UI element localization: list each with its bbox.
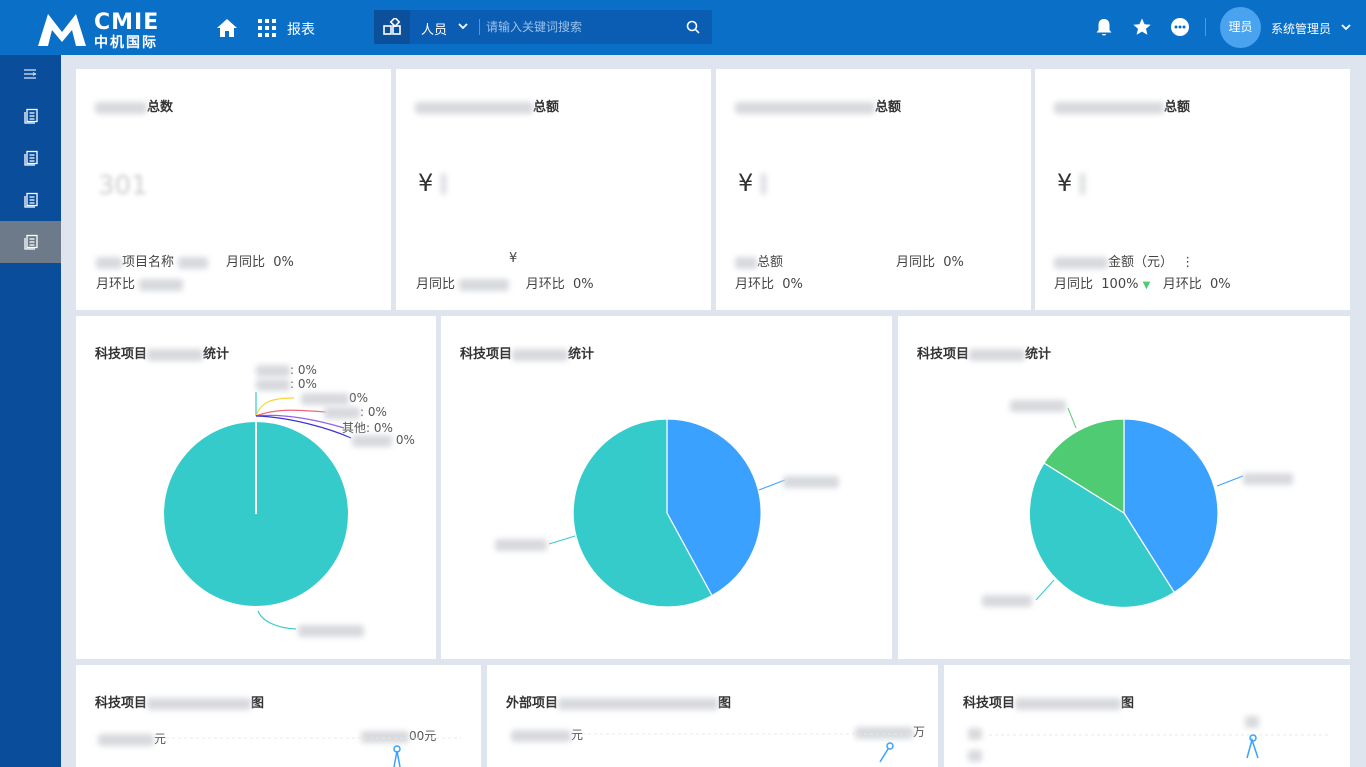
mom-label: 月同比 0% [226, 255, 294, 270]
line-chart-3 [989, 734, 1329, 759]
stat-row-1: 金额（元） ⋮ [1054, 251, 1194, 270]
line-card-3: 科技项目图 [944, 665, 1350, 767]
stat-row-1: ¥ [509, 251, 518, 266]
pie-label: 0% [352, 433, 415, 447]
pie-label [982, 593, 1032, 607]
home-icon[interactable] [216, 17, 238, 39]
bell-icon[interactable] [1094, 17, 1114, 37]
stat-card-title: 总额 [1054, 96, 1190, 115]
stat-card-title: 总额 [415, 96, 559, 115]
pie-label [783, 474, 839, 488]
grid-icon[interactable] [257, 18, 277, 38]
user-chevron-down-icon[interactable] [1341, 23, 1351, 31]
stat-card-title: 总额 [735, 96, 901, 115]
sidebar-item-3[interactable] [0, 179, 61, 221]
apps-icon [383, 18, 401, 35]
stat-row-1: 项目名称 [96, 251, 209, 270]
document-icon [24, 234, 38, 250]
search-category-select[interactable]: 人员 [421, 19, 447, 38]
stat-row-2: 月同比 100% ▼ 月环比 0% [1054, 277, 1231, 292]
pie-label: : 0% [256, 363, 317, 377]
logo-cn-text: 中机国际 [94, 35, 158, 51]
pie-label: : 0% [324, 405, 387, 419]
star-icon[interactable] [1132, 17, 1152, 37]
stat-card-title: 总数 [95, 96, 173, 115]
pie-chart-3 [1028, 407, 1244, 608]
document-icon [24, 192, 38, 208]
document-icon [24, 150, 38, 166]
sidebar-item-1[interactable] [0, 95, 61, 137]
logo-mark-icon [38, 14, 86, 46]
search-divider [479, 19, 480, 35]
line-point [886, 742, 894, 750]
more-icon[interactable] [1170, 17, 1190, 37]
more-vertical-icon[interactable]: ⋮ [1181, 255, 1194, 270]
chevron-down-icon[interactable] [458, 22, 468, 30]
stat-row-2: 月环比 [96, 273, 184, 292]
stat-card-value: ¥ [1057, 169, 1085, 197]
top-bar: CMIE 中机国际 报表 人员 理员 系统管理员 [0, 0, 1366, 55]
line-card-1: 科技项目图 元 00元 [76, 665, 481, 767]
pie-label [495, 537, 547, 551]
user-name[interactable]: 系统管理员 [1271, 20, 1331, 37]
sidebar-item-4[interactable] [0, 221, 61, 263]
pie-card-2: 科技项目 统计 [441, 316, 892, 659]
avatar[interactable]: 理员 [1220, 7, 1261, 48]
stat-row-2: 月同比 月环比 0% [416, 277, 594, 292]
stat-card-value: ¥ [418, 169, 446, 197]
pie-label [1010, 398, 1066, 412]
search-box: 人员 [374, 10, 712, 44]
search-input[interactable] [486, 16, 676, 38]
stat-row-1: 总额 [735, 251, 783, 270]
stat-card-value: 301 [98, 171, 148, 201]
menu-toggle-icon[interactable] [22, 68, 38, 80]
line-point [1249, 734, 1257, 742]
pie-label [1243, 471, 1293, 485]
pie-label [298, 623, 364, 637]
stat-card-3: 总额 ¥ 总额 月同比 0% 月环比 0% [716, 69, 1031, 310]
search-icon[interactable] [686, 20, 700, 34]
mom-label: 月同比 0% [896, 255, 964, 270]
stat-row-2: 月环比 0% [735, 277, 803, 292]
line-card-2: 外部项目图 元 万 [487, 665, 938, 767]
document-icon [24, 108, 38, 124]
pie-leader-line [1067, 407, 1077, 429]
stat-card-1: 总数 301 项目名称 月同比 0% 月环比 [76, 69, 391, 310]
line-chart-1 [166, 737, 461, 767]
sidebar-item-2[interactable] [0, 137, 61, 179]
trend-down-icon: ▼ [1142, 280, 1151, 291]
report-menu[interactable]: 报表 [287, 19, 315, 39]
pie-leader-line [1035, 579, 1055, 601]
stat-card-2: 总额 ¥ ¥ 月同比 月环比 0% [396, 69, 711, 310]
pie-label: 0% [301, 391, 368, 405]
pie-leader-line [1216, 475, 1244, 487]
header-divider [1205, 18, 1206, 36]
stat-card-value: ¥ [738, 169, 766, 197]
search-apps-button[interactable] [374, 10, 410, 44]
line-chart-2 [582, 733, 917, 763]
pie-leader-line [758, 479, 786, 491]
pie-label: : 0% [256, 377, 317, 391]
sidebar [0, 55, 61, 767]
pie-card-3: 科技项目 统计 [898, 316, 1350, 659]
logo[interactable]: CMIE 中机国际 [36, 10, 176, 51]
pie-card-1: 科技项目 统计 : 0% : 0% 0% : 0% 其他: 0% 0% [76, 316, 436, 659]
stat-card-4: 总额 ¥ 金额（元） ⋮ 月同比 100% ▼ 月环比 0% [1035, 69, 1350, 310]
pie-leader-line [548, 535, 576, 545]
